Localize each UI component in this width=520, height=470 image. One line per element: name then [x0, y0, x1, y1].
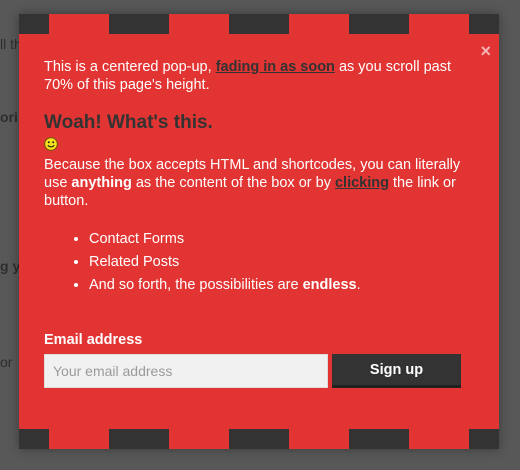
sign-up-button[interactable]: Sign up [332, 354, 461, 388]
list-item: Contact Forms [89, 230, 480, 248]
list-item: Related Posts [89, 253, 480, 271]
popup-heading: Woah! What's this. [44, 112, 213, 133]
email-field[interactable] [44, 354, 328, 388]
body-text: Because the box accepts HTML and shortco… [44, 156, 480, 210]
popup-box: × This is a centered pop-up, fading in a… [19, 14, 499, 449]
close-icon[interactable]: × [480, 42, 491, 60]
fading-link[interactable]: fading in as soon [216, 59, 335, 75]
background-text-fragment: or [0, 354, 13, 370]
background-text-fragment: g y [0, 258, 21, 274]
popup-top-stripe [19, 14, 499, 34]
list-item: And so forth, the possibilities are endl… [89, 276, 480, 294]
list-item-text: . [356, 277, 361, 293]
body-text-part: as the content of the box or by [131, 175, 335, 191]
clicking-link[interactable]: clicking [335, 175, 389, 191]
email-label: Email address [44, 332, 143, 348]
intro-text: This is a centered pop-up, fading in as … [44, 58, 480, 94]
popup-content: This is a centered pop-up, fading in as … [44, 58, 480, 299]
intro-text-part: This is a centered pop-up, [44, 59, 216, 75]
body-bold-text: anything [71, 175, 132, 191]
smiley-icon [44, 137, 58, 151]
feature-list: Contact Forms Related Posts And so forth… [44, 230, 480, 294]
background-text-fragment: ori [0, 109, 18, 125]
list-item-text: And so forth, the possibilities are [89, 277, 303, 293]
popup-bottom-stripe [19, 429, 499, 449]
list-item-bold: endless [302, 277, 357, 293]
